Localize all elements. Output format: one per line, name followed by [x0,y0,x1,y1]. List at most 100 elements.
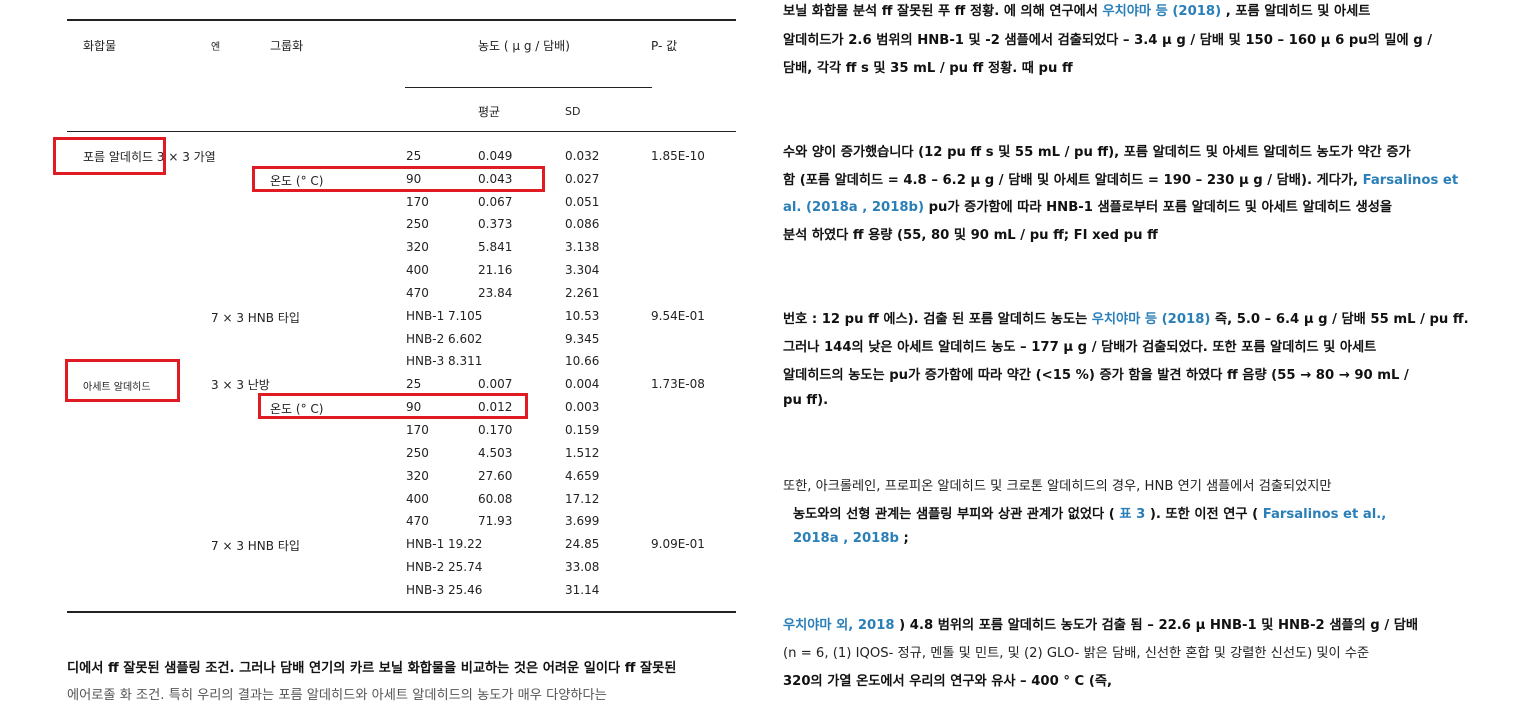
text-run: ; [898,531,909,546]
p-value: 1.73E-08 [651,377,705,391]
table-cell: 0.049 [478,149,513,163]
highlight-box-temp90-acetaldehyde [258,393,528,419]
text-run: 번호 : 12 pu ff 에스). 검출 된 포름 알데히드 농도는 [783,312,1092,327]
table-cell: HNB-1 7.105 [406,309,483,323]
highlight-box-temp90-formaldehyde [252,166,545,192]
text-run: 즉, 5.0 – 6.4 μ g / 담배 55 mL / pu ff. [1210,312,1469,327]
table-cell: 0.373 [478,217,513,231]
table-cell: 250 [406,217,429,231]
citation-link[interactable]: Farsalinos et [1363,173,1459,188]
table-cell: 0.004 [565,377,600,391]
text-run: ) 4.8 범위의 포름 알데히드 농도가 검출 됨 – 22.6 μ HNB-… [894,618,1419,633]
citation-link[interactable]: 2018a , 2018b [793,531,899,546]
text-line: 수와 양이 증가했습니다 (12 pu ff s 및 55 mL / pu ff… [783,145,1411,160]
table-cell: HNB-3 8.311 [406,354,483,368]
text-run: 보닐 화합물 분석 ff 잘못된 푸 ff 정황. 에 의해 연구에서 [783,4,1103,19]
text-line: 320의 가열 온도에서 우리의 연구와 유사 – 400 ° C (즉, [783,674,1112,689]
table-cell: 0.032 [565,149,600,163]
table-cell: 0.170 [478,423,513,437]
highlight-box-acetaldehyde [65,359,180,402]
table-cell: 10.53 [565,309,600,323]
table-cell: 0.086 [565,217,600,231]
text-run: 농도와의 선형 관계는 샘플링 부피와 상관 관계가 없었다 ( [793,507,1120,522]
table-cell: 2.261 [565,286,600,300]
p-value: 9.09E-01 [651,537,705,551]
text-line: 알데히드가 2.6 범위의 HNB-1 및 -2 샘플에서 검출되었다 – 3.… [783,33,1433,48]
table-cell: 5.841 [478,240,513,254]
table-cell: 4.659 [565,469,600,483]
table-cell: HNB-3 25.46 [406,583,483,597]
body-text-line: 에어로졸 화 조건. 특히 우리의 결과는 포름 알데히드와 아세트 알데히드의… [67,688,607,703]
header-compound: 화합물 [83,39,117,53]
table-cell: 0.007 [478,377,513,391]
header-en: 엔 [211,42,221,53]
header-group: 그룹화 [270,39,304,53]
table-cell: 3.304 [565,263,600,277]
heating-label: 3 × 3 난방 [211,378,270,392]
table-link[interactable]: 표 3 [1119,507,1145,522]
table-cell: 27.60 [478,469,513,483]
header-sd: SD [565,105,581,118]
text-run: ). 또한 이전 연구 ( [1145,507,1263,522]
table-cell: 3.699 [565,514,600,528]
table-cell: 71.93 [478,514,513,528]
text-run: 함 (포름 알데히드 = 4.8 – 6.2 μ g / 담배 및 아세트 알데… [783,173,1363,188]
table-top-rule [67,19,736,21]
body-text-line: 디에서 ff 잘못된 샘플링 조건. 그러나 담배 연기의 카르 보닐 화합물을… [67,661,677,676]
header-bottom-rule [67,131,736,132]
text-line: 또한, 아크롤레인, 프로피온 알데히드 및 크로톤 알데히드의 경우, HNB… [783,479,1332,494]
table-cell: 0.051 [565,195,600,209]
header-mean: 평균 [478,105,501,119]
table-cell: 320 [406,240,429,254]
p-value: 1.85E-10 [651,149,705,163]
table-cell: 400 [406,492,429,506]
table-cell: 1.512 [565,446,600,460]
table-cell: 4.503 [478,446,513,460]
table-cell: 0.159 [565,423,600,437]
table-cell: HNB-1 19.22 [406,537,483,551]
table-cell: 0.003 [565,400,600,414]
table-cell: 320 [406,469,429,483]
table-cell: 33.08 [565,560,600,574]
table-cell: 17.12 [565,492,600,506]
highlight-box-formaldehyde [53,137,166,175]
text-line: 알데히드의 농도는 pu가 증가함에 따라 약간 (<15 %) 증가 함을 발… [783,368,1409,383]
table-cell: 470 [406,286,429,300]
table-cell: 400 [406,263,429,277]
text-run: , 포름 알데히드 및 아세트 [1221,4,1371,19]
header-concentration: 농도 ( μ g / 담배) [478,39,570,53]
citation-link[interactable]: 우치야마 외, 2018 [783,618,895,633]
citation-link[interactable]: Farsalinos et al., [1263,507,1387,522]
p-value: 9.54E-01 [651,309,705,323]
table-cell: 25 [406,149,422,163]
hnb-type-label: 7 × 3 HNB 타입 [211,311,300,325]
hnb-type-label: 7 × 3 HNB 타입 [211,539,300,553]
text-line: 분석 하였다 ff 용량 (55, 80 및 90 mL / pu ff; FI… [783,228,1158,243]
citation-link[interactable]: 우치야마 등 (2018) [1092,312,1211,327]
table-cell: 21.16 [478,263,513,277]
table-cell: 0.067 [478,195,513,209]
table-bottom-rule [67,611,736,613]
table-cell: 24.85 [565,537,600,551]
citation-link[interactable]: al. (2018a , 2018b) [783,200,924,215]
header-p-value: P- 값 [651,39,678,53]
text-run: pu가 증가함에 따라 HNB-1 샘플로부터 포름 알데히드 및 아세트 알데… [924,200,1392,215]
text-line: 담배, 각각 ff s 및 35 mL / pu ff 정황. 때 pu ff [783,61,1073,76]
table-cell: 470 [406,514,429,528]
table-cell: 9.345 [565,332,600,346]
table-cell: 60.08 [478,492,513,506]
table-cell: HNB-2 6.602 [406,332,483,346]
table-cell: 0.027 [565,172,600,186]
table-cell: 250 [406,446,429,460]
table-cell: 170 [406,195,429,209]
text-line: 그러나 144의 낮은 아세트 알데히드 농도 – 177 μ g / 담배가 … [783,340,1377,355]
table-cell: 31.14 [565,583,600,597]
table-cell: 23.84 [478,286,513,300]
citation-link[interactable]: 우치야마 등 (2018) [1103,4,1222,19]
text-line: (n = 6, (1) IQOS- 정규, 멘톨 및 민트, 및 (2) GLO… [783,646,1370,661]
table-cell: 170 [406,423,429,437]
table-cell: 25 [406,377,422,391]
table-cell: 3.138 [565,240,600,254]
text-line: pu ff). [783,393,829,408]
table-cell: 10.66 [565,354,600,368]
